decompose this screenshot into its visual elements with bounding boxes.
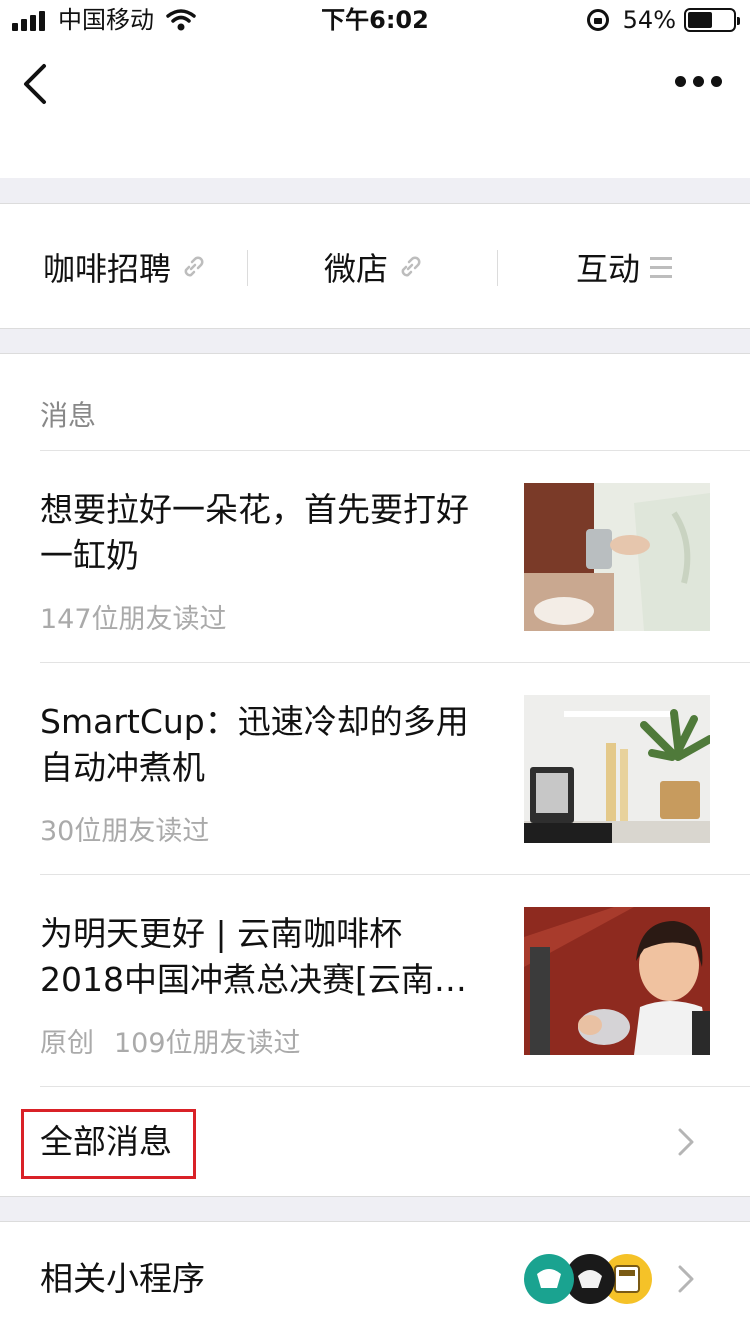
mini-programs-label: 相关小程序	[40, 1259, 205, 1298]
menu-item-shop[interactable]: 微店	[248, 204, 498, 330]
article-item[interactable]: 想要拉好一朵花，首先要打好一缸奶 147位朋友读过	[0, 451, 750, 662]
all-messages-label: 全部消息	[40, 1122, 172, 1161]
article-thumbnail-brewer	[524, 695, 710, 843]
battery-icon	[684, 8, 740, 32]
chevron-right-icon	[678, 1265, 694, 1293]
back-icon[interactable]	[18, 62, 54, 106]
article-item[interactable]: 为明天更好 | 云南咖啡杯2018中国冲煮总决赛[云南… 原创 109位朋友读过	[0, 875, 750, 1086]
nav-bar	[0, 40, 750, 178]
article-thumbnail-latte	[524, 483, 710, 631]
messages-section: 消息 想要拉好一朵花，首先要打好一缸奶 147位朋友读过 SmartCup：迅速…	[0, 353, 750, 1197]
article-title: 为明天更好 | 云南咖啡杯2018中国冲煮总决赛[云南…	[40, 914, 467, 999]
messages-header: 消息	[40, 399, 97, 432]
menu-item-label: 咖啡招聘	[42, 250, 171, 288]
chevron-right-icon	[678, 1128, 694, 1156]
article-title: SmartCup：迅速冷却的多用自动冲煮机	[40, 702, 469, 787]
article-title: 想要拉好一朵花，首先要打好一缸奶	[40, 490, 469, 575]
menu-item-recruit[interactable]: 咖啡招聘	[0, 204, 248, 330]
more-icon[interactable]	[668, 76, 722, 87]
status-bar: 中国移动 下午6:02 54%	[0, 0, 750, 40]
menu-lines-icon	[650, 254, 672, 281]
menu-item-label: 互动	[575, 250, 640, 288]
link-icon	[401, 256, 421, 277]
menu-item-interact[interactable]: 互动	[498, 204, 750, 330]
mini-program-icons	[524, 1254, 652, 1304]
account-menu: 咖啡招聘 微店 互动	[0, 203, 750, 329]
article-reads: 109位朋友读过	[114, 1028, 301, 1059]
article-meta: 原创 109位朋友读过	[40, 1021, 301, 1060]
article-item[interactable]: SmartCup：迅速冷却的多用自动冲煮机 30位朋友读过	[0, 663, 750, 874]
all-messages-row[interactable]: 全部消息	[0, 1087, 750, 1197]
article-meta: 30位朋友读过	[40, 809, 209, 848]
rotation-lock-icon	[586, 9, 609, 31]
related-mini-programs-row[interactable]: 相关小程序	[0, 1221, 750, 1334]
article-reads: 147位朋友读过	[40, 604, 227, 635]
menu-item-label: 微店	[323, 250, 388, 288]
battery-percent: 54%	[622, 6, 676, 34]
battery-fill	[688, 12, 712, 28]
article-thumbnail-competitor	[524, 907, 710, 1055]
link-icon	[184, 256, 204, 277]
article-original-tag: 原创	[40, 1028, 94, 1059]
article-reads: 30位朋友读过	[40, 816, 210, 847]
article-meta: 147位朋友读过	[40, 597, 227, 636]
